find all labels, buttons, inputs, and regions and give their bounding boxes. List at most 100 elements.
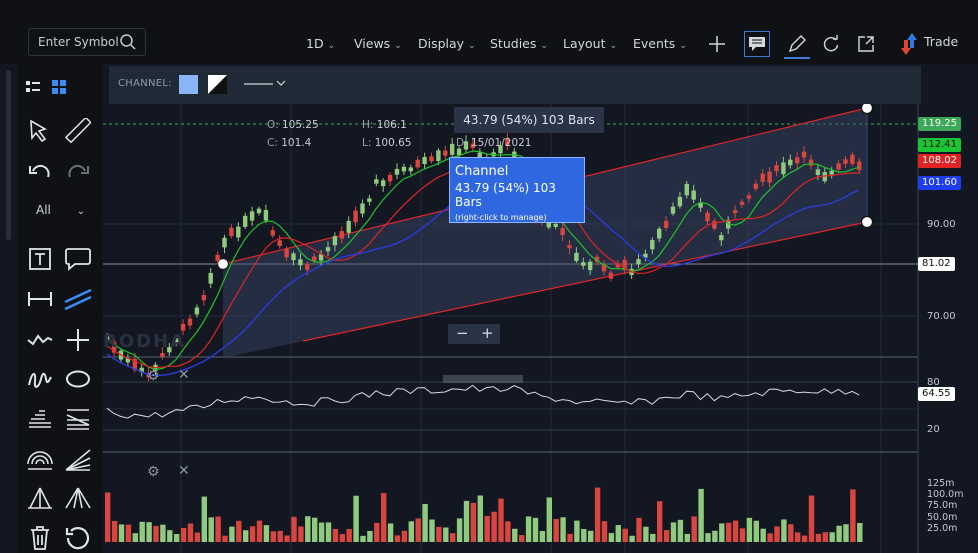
candle <box>429 156 434 162</box>
close-icon[interactable]: ✕ <box>178 367 190 383</box>
layout-menu[interactable]: Layout ⌄ <box>563 36 617 51</box>
views-menu[interactable]: Views ⌄ <box>354 36 402 51</box>
candle <box>401 166 407 172</box>
candle <box>325 247 331 252</box>
volume-bar <box>139 521 145 542</box>
volume-bar <box>719 523 725 542</box>
fib-retracement-icon <box>29 410 51 428</box>
candle <box>387 174 393 182</box>
candle <box>443 150 448 156</box>
crosshair-tool[interactable] <box>63 325 93 355</box>
candle <box>663 220 669 228</box>
pencil-icon <box>788 35 806 53</box>
close-icon[interactable]: ✕ <box>178 463 190 479</box>
volume-bar <box>180 527 187 542</box>
volume-tick-label: 125m <box>927 478 955 489</box>
reset-button[interactable] <box>63 523 93 553</box>
chat-button[interactable] <box>744 31 770 57</box>
candle <box>829 170 834 175</box>
delete-drawings-button[interactable] <box>25 523 55 553</box>
price-chart[interactable] <box>103 64 978 553</box>
redo-button[interactable] <box>63 157 93 187</box>
arc-tool[interactable] <box>25 445 55 475</box>
sidebar-scrollbar[interactable] <box>6 70 11 240</box>
undo-icon <box>29 164 50 178</box>
cursor-tool[interactable] <box>25 116 55 146</box>
fib-extension-icon <box>66 409 90 430</box>
reset-icon <box>65 527 90 550</box>
candle <box>843 159 848 164</box>
add-button[interactable] <box>704 31 730 57</box>
candle <box>815 169 821 175</box>
display-menu[interactable]: Display ⌄ <box>418 36 476 51</box>
gear-icon[interactable]: ⚙ <box>147 464 160 480</box>
events-menu[interactable]: Events ⌄ <box>633 36 687 51</box>
ellipse-tool[interactable] <box>63 364 93 394</box>
line-width-select[interactable] <box>243 76 289 95</box>
candle <box>670 206 676 214</box>
horizontal-line-tool[interactable] <box>25 284 55 314</box>
ruler-tool[interactable] <box>63 116 93 146</box>
volume-bar <box>325 522 332 542</box>
chevron-down-icon: ⌄ <box>394 41 402 51</box>
volume-bar <box>705 533 711 542</box>
trade-button[interactable]: Trade <box>924 34 958 49</box>
zoom-out-button[interactable]: − <box>456 324 469 342</box>
grid-view-button[interactable] <box>44 72 74 102</box>
trade-arrows-icon[interactable] <box>900 32 918 56</box>
volume-bar <box>318 522 325 542</box>
fib-retracement-tool[interactable] <box>25 404 55 434</box>
symbol-search[interactable]: Enter Symbol <box>28 28 146 56</box>
candle <box>795 157 800 164</box>
volume-bar <box>739 528 746 542</box>
volume-bar <box>691 516 697 542</box>
volume-bar <box>450 533 456 542</box>
tool-filter-select[interactable]: All ⌄ <box>36 203 85 217</box>
fib-extension-tool[interactable] <box>63 404 93 434</box>
channel-tooltip[interactable]: Channel 43.79 (54%) 103 Bars (right-clic… <box>449 157 585 223</box>
candle <box>381 180 386 187</box>
fan-icon <box>65 449 91 471</box>
ma-blue-tag: 101.60 <box>918 176 961 190</box>
refresh-button[interactable] <box>818 31 844 57</box>
wave-tool[interactable] <box>25 325 55 355</box>
interval-menu[interactable]: 1D ⌄ <box>306 36 335 51</box>
text-tool[interactable] <box>25 244 55 274</box>
popout-button[interactable] <box>853 31 879 57</box>
candle <box>636 259 641 265</box>
candle <box>788 159 793 166</box>
search-icon[interactable] <box>119 33 137 51</box>
freehand-tool[interactable] <box>25 364 55 394</box>
oscillator-lower-label: 20 <box>927 424 940 435</box>
views-menu-label: Views <box>354 36 391 51</box>
gear-icon[interactable]: ⚙ <box>147 368 160 384</box>
volume-bar <box>615 525 621 542</box>
draw-button[interactable] <box>784 31 810 59</box>
studies-menu[interactable]: Studies ⌄ <box>490 36 548 51</box>
volume-bar <box>429 519 435 542</box>
undo-button[interactable] <box>25 157 55 187</box>
pitchfork-alt-tool[interactable] <box>63 483 93 513</box>
pitchfork-tool[interactable] <box>25 483 55 513</box>
volume-bar <box>243 530 249 542</box>
volume-bar <box>594 487 601 542</box>
volume-bar <box>249 526 256 542</box>
line-style-swatch[interactable] <box>208 75 227 94</box>
ma-red-tag: 108.02 <box>918 154 961 168</box>
search-input[interactable]: Enter Symbol <box>38 35 119 49</box>
tooltip-title: Channel <box>455 164 509 179</box>
volume-bar <box>291 516 297 542</box>
trend-line-tool[interactable] <box>63 284 93 314</box>
candle <box>332 236 338 246</box>
fill-color-swatch[interactable] <box>179 75 198 94</box>
candle <box>374 179 379 184</box>
volume-bar <box>201 496 207 542</box>
volume-bar <box>774 526 780 542</box>
candle <box>236 226 241 238</box>
events-menu-label: Events <box>633 36 676 51</box>
candle <box>436 150 441 161</box>
fan-tool[interactable] <box>63 445 93 475</box>
zoom-in-button[interactable]: + <box>481 324 494 342</box>
candle <box>650 240 655 250</box>
callout-tool[interactable] <box>63 244 93 274</box>
